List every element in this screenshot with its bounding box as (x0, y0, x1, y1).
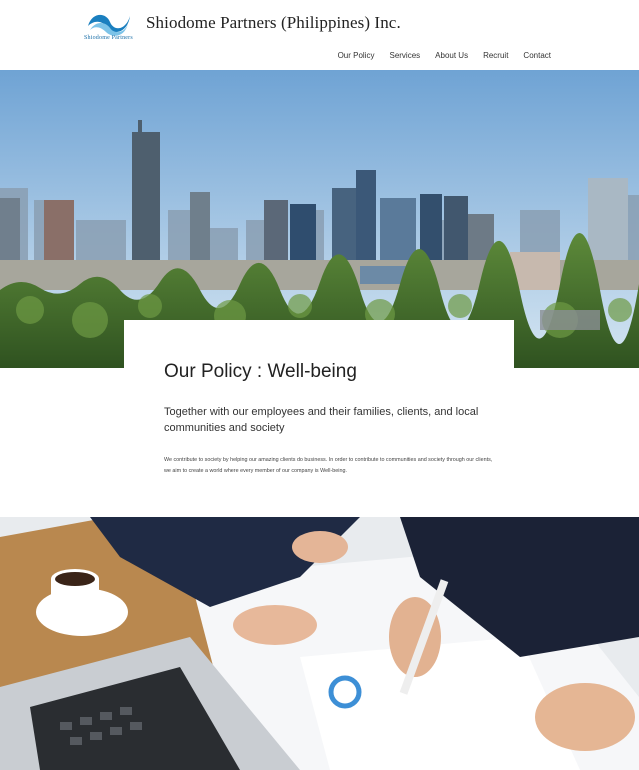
company-name: Shiodome Partners (Philippines) Inc. (146, 13, 401, 32)
nav-our-policy[interactable]: Our Policy (338, 51, 375, 60)
site-header: Shiodome Partners Shiodome Partners (Phi… (0, 0, 639, 70)
policy-body-text: We contribute to society by helping our … (164, 457, 493, 474)
logo-wordmark: Shiodome Partners (84, 35, 133, 41)
main-nav: Our Policy Services About Us Recruit Con… (338, 51, 551, 60)
nav-contact[interactable]: Contact (523, 51, 551, 60)
nav-services[interactable]: Services (389, 51, 420, 60)
policy-title: Our Policy : Well-being (164, 361, 357, 382)
policy-subtitle: Together with our employees and their fa… (164, 406, 479, 434)
nav-about-us[interactable]: About Us (435, 51, 468, 60)
business-meeting-image (0, 517, 639, 770)
nav-recruit[interactable]: Recruit (483, 51, 508, 60)
